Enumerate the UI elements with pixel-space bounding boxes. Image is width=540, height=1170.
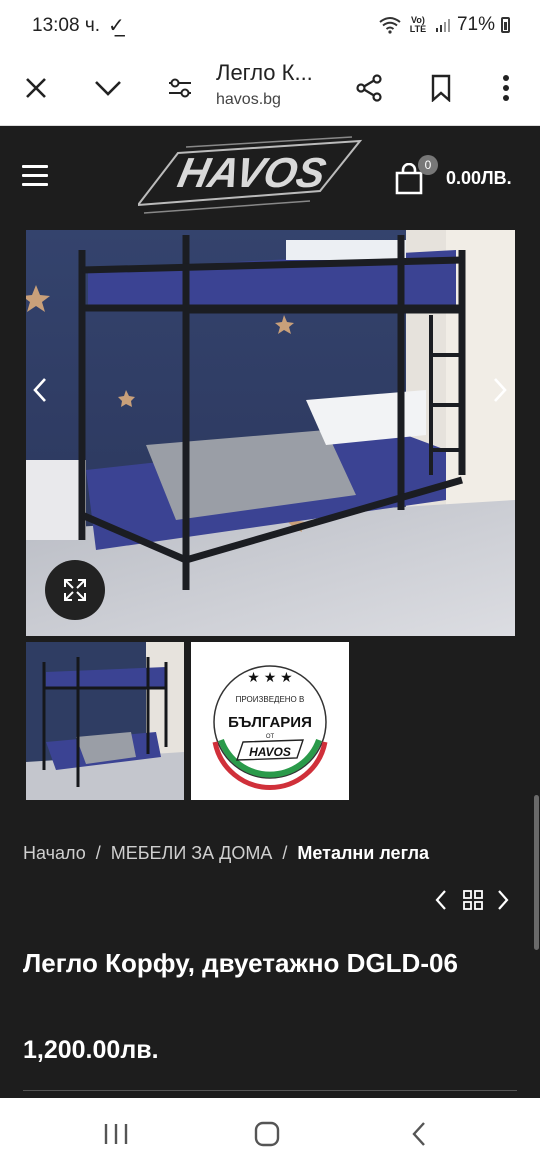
cart-total[interactable]: 0.00ЛВ. [446, 168, 512, 189]
close-icon[interactable] [16, 68, 56, 108]
havos-logo[interactable]: HAVOS [135, 135, 364, 219]
page-url[interactable]: havos.bg [216, 91, 281, 109]
back-icon[interactable] [410, 1121, 428, 1147]
svg-text:БЪЛГАРИЯ: БЪЛГАРИЯ [228, 714, 312, 731]
breadcrumb: Начало / МЕБЕЛИ ЗА ДОМА / Метални легла [23, 843, 429, 864]
site-header: HAVOS 0 0.00ЛВ. [0, 127, 540, 230]
lte-indicator: Vo) LTE [409, 15, 427, 34]
product-title: Легло Корфу, двуетажно DGLD-06 [23, 948, 458, 978]
battery-icon [501, 17, 510, 33]
previous-image-arrow-icon[interactable] [32, 377, 62, 407]
breadcrumb-separator: / [95, 843, 101, 863]
expand-icon[interactable] [45, 560, 105, 620]
next-product-icon[interactable] [496, 889, 510, 911]
menu-icon[interactable] [22, 165, 48, 187]
breadcrumb-separator: / [282, 843, 288, 863]
product-navigation [430, 886, 520, 914]
thumbnail-bed-image[interactable] [26, 642, 184, 800]
scrollbar[interactable] [534, 795, 539, 950]
chevron-down-icon[interactable] [88, 68, 128, 108]
more-icon[interactable] [486, 68, 526, 108]
bookmark-icon[interactable] [421, 68, 461, 108]
system-navigation-bar [0, 1098, 540, 1170]
browser-toolbar: Легло К... havos.bg [0, 50, 540, 126]
grid-icon[interactable] [462, 889, 484, 911]
wifi-icon [379, 17, 401, 34]
thumbnail-made-in-bulgaria-badge[interactable]: ★ ★ ★ ПРОИЗВЕДЕНО В БЪЛГАРИЯ ОТ HAVOS [191, 642, 349, 800]
battery-percent: 71% [456, 14, 495, 35]
svg-text:ПРОИЗВЕДЕНО В: ПРОИЗВЕДЕНО В [236, 695, 305, 704]
svg-text:★ ★ ★: ★ ★ ★ [247, 669, 292, 685]
signal-icon [435, 19, 450, 32]
svg-text:HAVOS: HAVOS [174, 149, 330, 195]
svg-text:HAVOS: HAVOS [249, 745, 291, 759]
next-image-arrow-icon[interactable] [492, 377, 522, 407]
site-settings-icon[interactable] [160, 68, 200, 108]
previous-product-icon[interactable] [434, 889, 448, 911]
share-icon[interactable] [349, 68, 389, 108]
breadcrumb-current: Метални легла [297, 843, 430, 863]
home-icon[interactable] [254, 1121, 280, 1147]
recent-apps-icon[interactable] [103, 1122, 129, 1146]
svg-text:ОТ: ОТ [266, 734, 275, 740]
divider [23, 1090, 517, 1091]
cart-count-badge: 0 [418, 155, 438, 175]
product-price: 1,200.00лв. [23, 1036, 159, 1064]
status-bar: 13:08 ч. ✓̲ Vo) LTE 71% [0, 0, 540, 50]
download-check-icon: ✓̲ [108, 15, 125, 37]
page-title: Легло К... [216, 60, 313, 85]
status-time: 13:08 ч. [32, 15, 101, 36]
status-indicators: Vo) LTE 71% [379, 14, 510, 36]
breadcrumb-category-link[interactable]: МЕБЕЛИ ЗА ДОМА [111, 843, 273, 863]
breadcrumb-home-link[interactable]: Начало [23, 843, 86, 863]
